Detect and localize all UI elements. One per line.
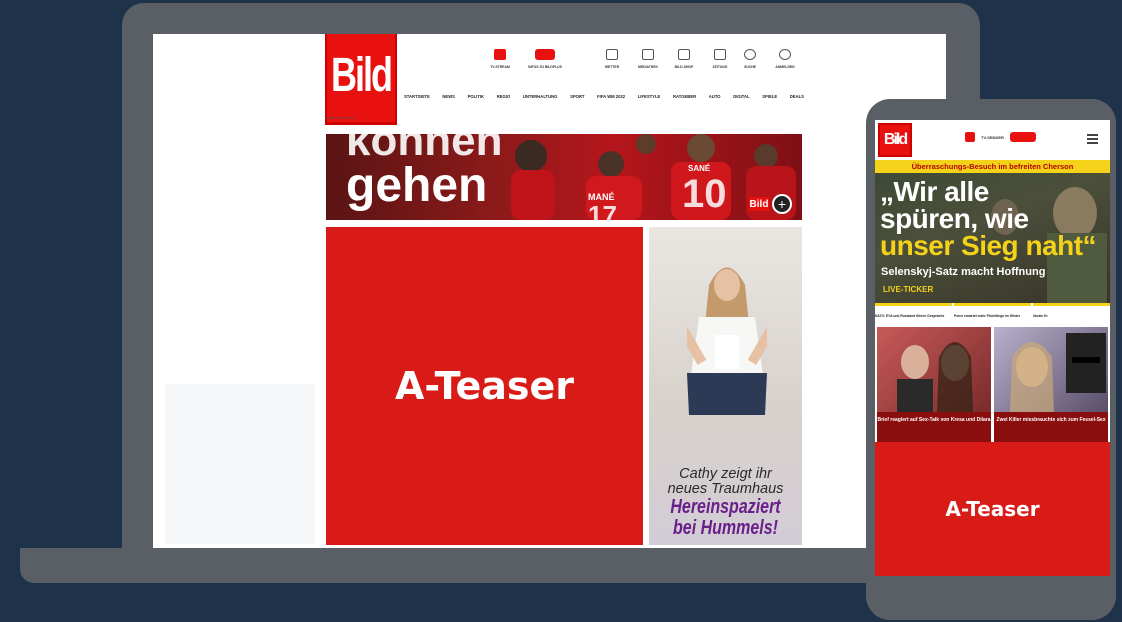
search-label: SUCHE [744,65,756,69]
weather-icon[interactable]: WETTER [592,49,632,69]
caption-line2: neues Traumhaus [667,481,784,497]
lead-story[interactable]: „Wir alle spüren, wie unser Sieg naht“ S… [875,173,1110,303]
laptop-screen: Bild TV-STREAM INFOS ZU BILDPLUS WETTER … [153,34,946,548]
ticker-bar: NATO: EVA und Russland führen Gespräche … [875,303,1110,321]
caption-line1: Cathy zeigt ihr [679,466,772,482]
teaser-image [877,327,991,412]
cart-icon[interactable]: BILD-SHOP [664,49,704,69]
nav-item-politik[interactable]: POLITIK [468,94,485,99]
lead-dek: Selenskyj-Satz macht Hoffnung [881,266,1046,278]
nav-item-news[interactable]: NEWS [442,94,455,99]
nav-item-ratgeber[interactable]: RATGEBER [673,94,696,99]
tv-icon[interactable]: TV-STREAM [480,49,520,69]
nav-item-unterhaltung[interactable]: UNTERHALTUNG [523,94,558,99]
couple-photo [897,342,973,412]
hero-teaser[interactable]: können gehen MANÉ SANÉ 10 17 Bild + [326,134,802,220]
nav-item-startseite[interactable]: STARTSEITE [404,94,430,99]
tv-sender-label[interactable]: TV-SENDER [981,135,1004,140]
section-label: Aktuelle Nachrichten [326,116,356,120]
nav-item-regio[interactable]: REGIO [497,94,511,99]
nav-item-wm[interactable]: FIFA WM 2022 [597,94,625,99]
shirt-number: 17 [588,200,617,220]
tv-icon[interactable] [965,132,975,142]
bild-logo-mobile[interactable]: Bild [878,123,912,157]
person-illustration [687,267,767,415]
phone-screen: Bild TV-SENDER Überraschungs-Besuch im b… [875,120,1110,576]
ticker-item[interactable]: NATO: EVA und Russland führen Gespräche [875,303,952,321]
login-label: ANMELDEN [775,65,795,69]
headline-line2: bei Hummels! [673,517,778,539]
nav-item-deals[interactable]: DEALS [790,94,804,99]
a-teaser-desktop[interactable]: A-Teaser [326,227,643,545]
video-icon[interactable]: MEDIATHEK [628,49,668,69]
plus-icon[interactable]: + [772,194,792,214]
user-icon[interactable]: ANMELDEN [765,49,805,69]
lead-kicker: Überraschungs-Besuch im befreiten Cherso… [875,160,1110,173]
hero-badge[interactable]: Bild + [749,194,792,214]
tv-stream-label: TV-STREAM [490,65,510,69]
mediathek-label: MEDIATHEK [638,65,658,69]
teaser-caption: Zwei Killer missbrauchte sich zum Fessel… [994,412,1108,442]
headline-line3: unser Sieg naht“ [880,230,1097,261]
hero-headline-line2: gehen [346,159,488,212]
weather-label: WETTER [604,65,620,69]
mobile-top-bar: TV-SENDER [965,132,1036,142]
headline-line1: Hereinspaziert [670,496,781,518]
bildplus-icon[interactable]: INFOS ZU BILDPLUS [525,49,565,69]
nav-item-sport[interactable]: SPORT [570,94,584,99]
portraits-photo [1010,333,1106,412]
bildplus-icon[interactable] [1009,132,1036,142]
main-nav: STARTSEITE NEWS POLITIK REGIO UNTERHALTU… [404,94,804,99]
side-teaser[interactable]: Cathy zeigt ihr neues Traumhaus Hereinsp… [649,227,802,545]
bild-logo[interactable]: Bild [325,34,397,125]
teaser-card-1[interactable]: Brief reagiert auf Sex-Talk von Kresa un… [877,327,991,442]
nav-item-spiele[interactable]: SPIELE [762,94,777,99]
teaser-caption: Brief reagiert auf Sex-Talk von Kresa un… [877,412,991,442]
shop-label: BILD-SHOP [674,65,694,69]
bild-mini-logo: Bild [749,197,769,211]
menu-icon[interactable] [1087,134,1098,146]
side-teaser-caption: Cathy zeigt ihr neues Traumhaus Hereinsp… [649,467,802,539]
teaser-image [994,327,1108,412]
teaser-card-2[interactable]: Zwei Killer missbrauchte sich zum Fessel… [994,327,1108,442]
ticker-item[interactable]: Polen erwartet mehr Flüchtlinge im Winte… [954,303,1031,321]
a-teaser-mobile[interactable]: A-Teaser [875,442,1110,576]
zeitung-label: ZEITUNG [712,65,728,69]
nav-item-lifestyle[interactable]: LIFESTYLE [638,94,661,99]
shirt-number: 10 [682,172,727,216]
nav-item-digital[interactable]: DIGITAL [733,94,749,99]
nav-item-auto[interactable]: AUTO [709,94,721,99]
search-icon[interactable]: SUCHE [730,49,770,69]
live-ticker-badge[interactable]: LIVE-TICKER [883,285,933,294]
ticker-item[interactable]: Ukrain Kr [1033,303,1110,321]
bildplus-label: INFOS ZU BILDPLUS [528,65,562,69]
background-panel [165,384,315,544]
